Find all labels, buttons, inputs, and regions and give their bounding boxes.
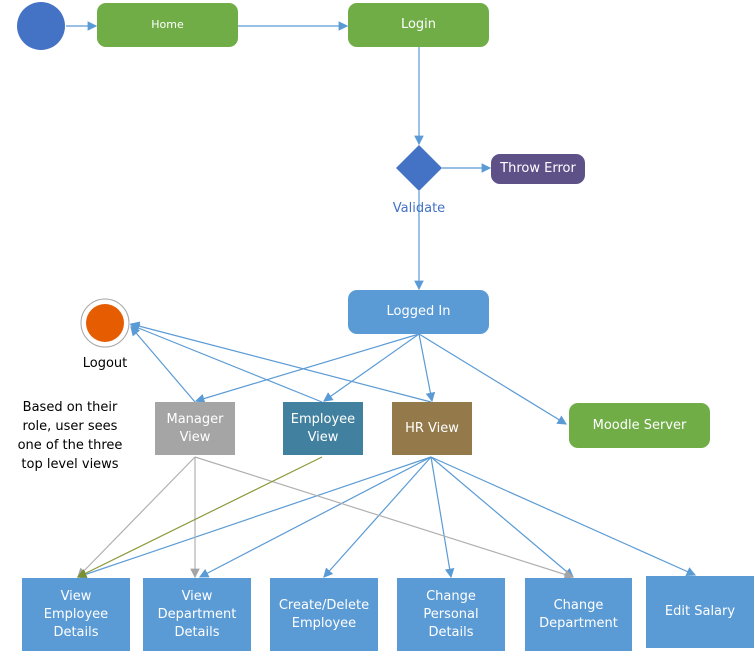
hr-view-node: HR View: [392, 402, 472, 455]
view-employee-details-node: View Employee Details: [22, 578, 130, 651]
login-node: Login: [348, 3, 489, 47]
activity-diagram: Home Login Validate Throw Error Logged I…: [0, 0, 754, 651]
edge-hr-logout: [129, 321, 432, 403]
edge-employee-viewemp: [76, 456, 323, 578]
edge-manager-changedept: [194, 456, 575, 580]
edge-loggedin-manager: [194, 333, 420, 404]
edit-salary-node: Edit Salary: [646, 576, 754, 648]
create-delete-employee-node: Create/Delete Employee: [270, 578, 378, 651]
edge-hr-salary: [430, 456, 697, 576]
manager-view-node: Manager View: [155, 402, 235, 455]
employee-view-node: Employee View: [283, 402, 363, 455]
logout-end-node: [86, 304, 124, 342]
logout-label: Logout: [82, 356, 128, 371]
edge-loggedin-employee: [323, 333, 420, 402]
edge-hr-viewdept: [198, 456, 432, 578]
change-personal-details-node: Change Personal Details: [397, 578, 505, 651]
edge-hr-changedept: [430, 456, 574, 578]
edge-employee-logout: [129, 323, 323, 403]
validate-decision: [396, 145, 442, 191]
role-note: Based on their role, user sees one of th…: [17, 400, 123, 472]
home-node: Home: [97, 3, 238, 47]
view-department-details-node: View Department Details: [143, 578, 251, 651]
validate-label: Validate: [392, 201, 446, 216]
edge-loggedin-hr: [418, 333, 436, 403]
start-node: [17, 2, 65, 50]
logged-in-node: Logged In: [348, 290, 489, 334]
change-department-node: Change Department: [525, 578, 632, 651]
moodle-server-node: Moodle Server: [569, 403, 710, 448]
edge-manager-viewemp: [77, 456, 196, 578]
edge-hr-personal: [430, 456, 455, 579]
throw-error-node: Throw Error: [491, 154, 585, 184]
